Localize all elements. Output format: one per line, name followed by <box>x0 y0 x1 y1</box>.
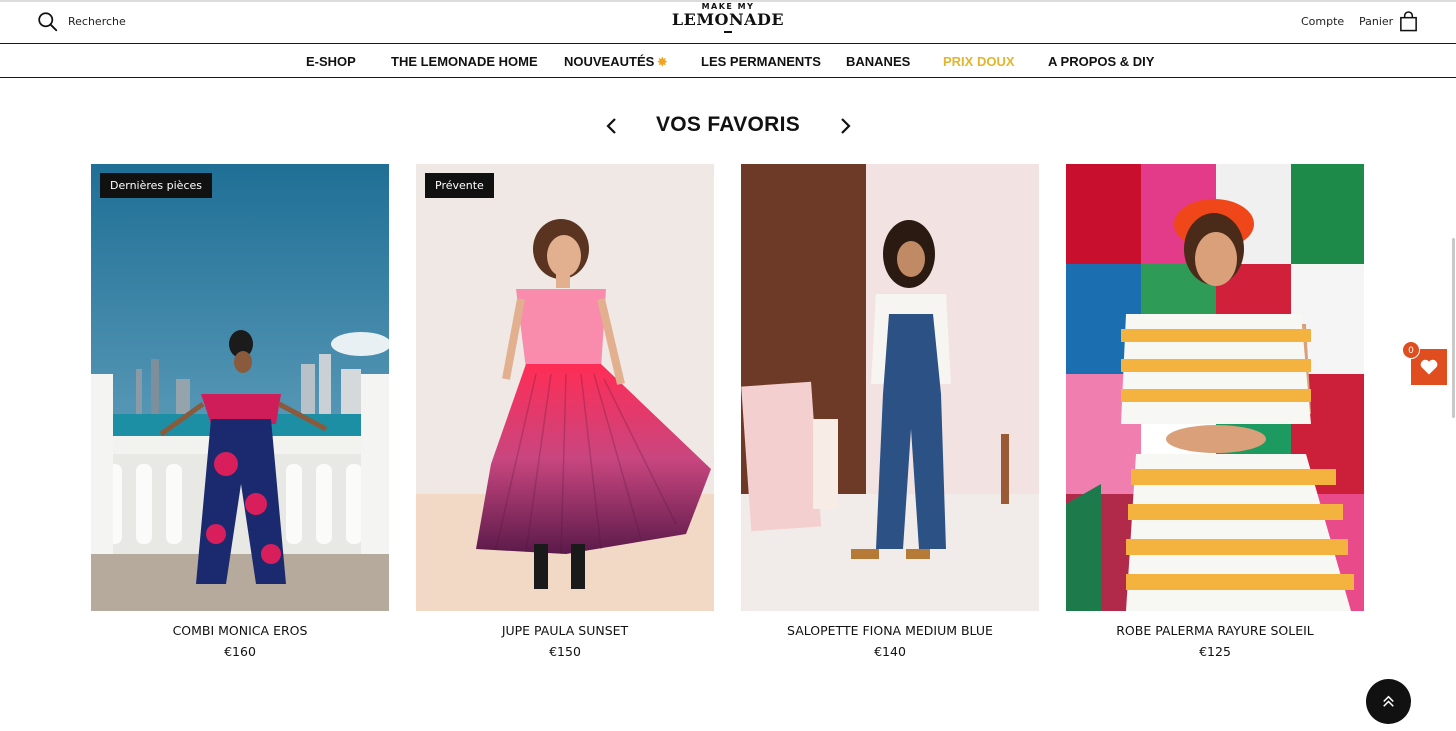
chevron-left-icon <box>602 116 622 136</box>
product-image[interactable]: Dernières pièces <box>91 164 389 611</box>
sun-icon: ✸ <box>657 55 668 69</box>
site-header: Recherche MAKE MY LEMONADE Compte Panier <box>0 0 1456 44</box>
product-name[interactable]: COMBI MONICA EROS <box>91 623 389 638</box>
product-image[interactable]: Prévente <box>416 164 714 611</box>
product-price: €125 <box>1199 644 1231 659</box>
product-image[interactable] <box>1066 164 1364 611</box>
product-name[interactable]: SALOPETTE FIONA MEDIUM BLUE <box>741 623 1039 638</box>
wishlist-count-badge: 0 <box>1402 341 1420 359</box>
logo-brand-text: LEMONADE <box>671 10 785 29</box>
product-price: €150 <box>549 644 581 659</box>
nav-item-e-shop[interactable]: E-SHOP <box>306 54 356 69</box>
shopping-bag-icon <box>1399 11 1418 32</box>
nav-item-nouveautes[interactable]: NOUVEAUTÉS ✸ <box>564 54 667 69</box>
product-badge: Dernières pièces <box>100 173 212 198</box>
product-name[interactable]: ROBE PALERMA RAYURE SOLEIL <box>1066 623 1364 638</box>
product-card[interactable]: ROBE PALERMA RAYURE SOLEIL €125 <box>1066 164 1364 659</box>
nav-item-prix-doux[interactable]: PRIX DOUX <box>943 54 1015 69</box>
nav-item-nouveautes-label: NOUVEAUTÉS <box>564 54 655 69</box>
product-card[interactable]: Dernières pièces COMBI MONICA EROS €160 <box>91 164 389 659</box>
nav-item-bananes[interactable]: BANANES <box>846 54 910 69</box>
back-to-top-button[interactable] <box>1366 679 1411 724</box>
product-card[interactable]: Prévente JUPE PAULA SUNSET €150 <box>416 164 714 659</box>
favorites-header: VOS FAVORIS <box>0 110 1456 142</box>
cart-label: Panier <box>1359 15 1394 28</box>
product-name[interactable]: JUPE PAULA SUNSET <box>416 623 714 638</box>
product-card[interactable]: SALOPETTE FIONA MEDIUM BLUE €140 <box>741 164 1039 659</box>
cart-button[interactable]: Panier <box>1359 11 1418 32</box>
main-navigation: E-SHOP THE LEMONADE HOME NOUVEAUTÉS ✸ LES… <box>0 44 1456 78</box>
account-link[interactable]: Compte <box>1301 15 1344 28</box>
nav-item-les-permanents[interactable]: LES PERMANENTS <box>701 54 821 69</box>
product-badge: Prévente <box>425 173 494 198</box>
scrollbar-thumb[interactable] <box>1452 238 1455 418</box>
section-title: VOS FAVORIS <box>655 113 801 136</box>
nav-item-a-propos-diy[interactable]: A PROPOS & DIY <box>1048 54 1154 69</box>
product-price: €160 <box>224 644 256 659</box>
product-price: €140 <box>874 644 906 659</box>
product-image[interactable] <box>741 164 1039 611</box>
carousel-next-button[interactable] <box>835 116 855 136</box>
chevron-right-icon <box>835 116 855 136</box>
site-logo[interactable]: MAKE MY LEMONADE <box>0 3 1456 33</box>
carousel-prev-button[interactable] <box>602 116 622 136</box>
nav-item-the-lemonade-home[interactable]: THE LEMONADE HOME <box>391 54 538 69</box>
logo-underline <box>724 31 732 33</box>
